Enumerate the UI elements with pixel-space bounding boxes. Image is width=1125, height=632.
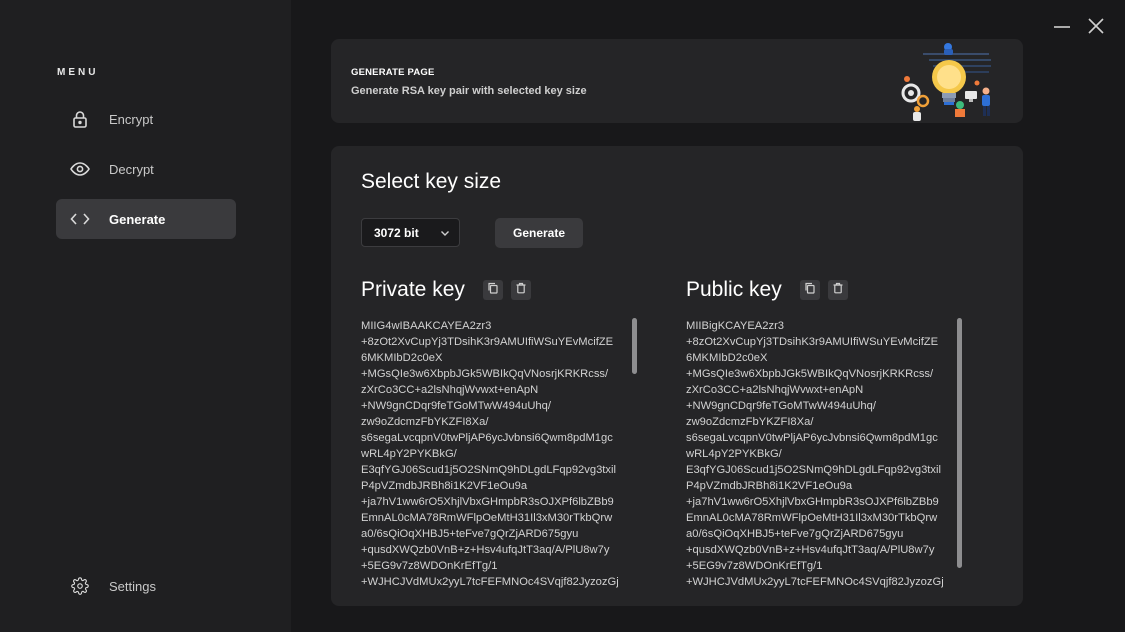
private-key-text[interactable]: MIIG4wIBAAKCAYEA2zr3 +8zOt2XvCupYj3TDsih… (361, 318, 629, 588)
sidebar-item-generate[interactable]: Generate (56, 199, 236, 239)
page-header-card: GENERATE PAGE Generate RSA key pair with… (331, 39, 1023, 123)
generate-card: Select key size 3072 bit Generate Privat… (331, 146, 1023, 606)
public-key-section: Public key MIIBigKCAYEA2zr3 +8zOt2XvCupY… (686, 278, 986, 588)
private-key-title: Private key (361, 278, 465, 301)
sidebar-item-label: Encrypt (109, 111, 154, 127)
scroll-thumb[interactable] (957, 318, 962, 568)
generate-button[interactable]: Generate (495, 218, 583, 248)
scroll-thumb[interactable] (632, 318, 637, 374)
sidebar: MENU Encrypt Decrypt Generate Settings (0, 0, 291, 632)
main-panel: GENERATE PAGE Generate RSA key pair with… (291, 0, 1125, 632)
delete-private-key-button[interactable] (511, 280, 532, 300)
private-key-scrollbar[interactable] (632, 318, 638, 588)
sidebar-item-label: Generate (109, 211, 166, 227)
public-key-text[interactable]: MIIBigKCAYEA2zr3 +8zOt2XvCupYj3TDsihK3r9… (686, 318, 954, 588)
close-icon (1087, 17, 1105, 40)
app-window: MENU Encrypt Decrypt Generate Settings G… (0, 0, 1125, 632)
code-brackets-icon (70, 209, 90, 229)
page-title: GENERATE PAGE (351, 67, 435, 78)
sidebar-item-encrypt[interactable]: Encrypt (56, 99, 236, 139)
key-size-value: 3072 bit (374, 225, 419, 240)
sidebar-item-decrypt[interactable]: Decrypt (56, 149, 236, 189)
gear-icon (70, 576, 90, 596)
copy-public-key-button[interactable] (800, 280, 821, 300)
settings-label: Settings (109, 578, 156, 594)
settings-button[interactable]: Settings (56, 566, 236, 606)
key-size-select[interactable]: 3072 bit (361, 218, 460, 247)
delete-public-key-button[interactable] (828, 280, 849, 300)
trash-icon (832, 281, 844, 299)
copy-private-key-button[interactable] (483, 280, 504, 300)
menu-title: MENU (57, 67, 99, 78)
lock-icon (70, 109, 90, 129)
minimize-icon (1053, 17, 1071, 40)
lightbulb-illustration (893, 39, 1005, 123)
trash-icon (515, 281, 527, 299)
eye-icon (70, 159, 90, 179)
sidebar-item-label: Decrypt (109, 161, 154, 177)
copy-icon (487, 281, 499, 299)
close-button[interactable] (1086, 17, 1106, 40)
copy-icon (804, 281, 816, 299)
page-subtitle: Generate RSA key pair with selected key … (351, 85, 587, 97)
minimize-button[interactable] (1052, 18, 1072, 38)
chevron-down-icon (439, 227, 451, 242)
private-key-section: Private key MIIG4wIBAAKCAYEA2zr3 +8zOt2X… (361, 278, 661, 588)
public-key-scrollbar[interactable] (957, 318, 963, 588)
public-key-title: Public key (686, 278, 782, 301)
key-size-heading: Select key size (361, 170, 502, 193)
